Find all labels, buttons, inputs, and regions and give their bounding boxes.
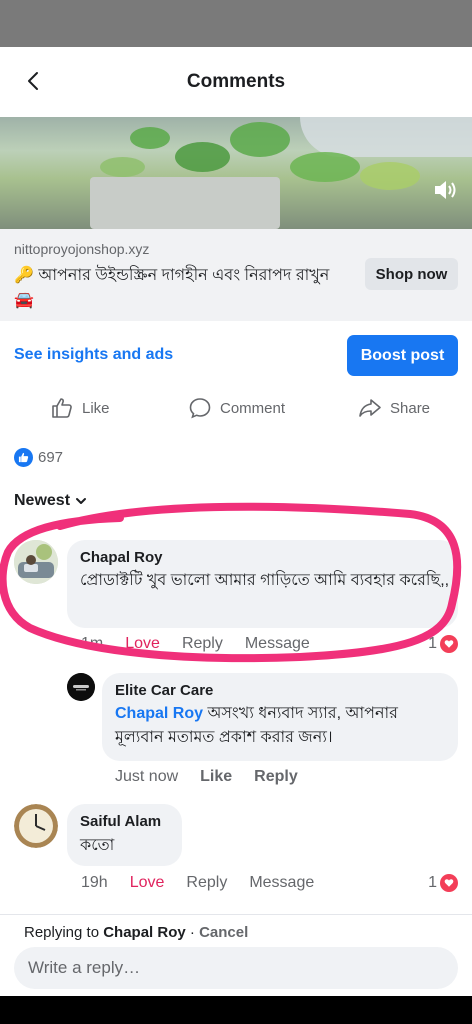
ad-card[interactable]: nittoproyojonshop.xyz 🔑 আপনার উইন্ডস্ক্র… — [0, 229, 472, 321]
comment-text: প্রোডাক্টটি খুব ভালো আমার গাড়িতে আমি ব্… — [80, 572, 450, 589]
comment-author[interactable]: Chapal Roy — [80, 549, 163, 566]
media-leaf — [130, 127, 170, 149]
replying-to-name: Chapal Roy — [103, 924, 186, 941]
reply-input[interactable] — [14, 947, 458, 989]
reply-composer: Replying to Chapal Roy · Cancel — [0, 914, 472, 997]
reply-button[interactable]: Reply — [254, 768, 298, 786]
like-reaction-icon — [14, 448, 33, 467]
media-leaf — [290, 152, 360, 182]
like-count: 697 — [38, 449, 64, 466]
message-button[interactable]: Message — [249, 874, 314, 892]
reaction-count-value: 1 — [428, 635, 437, 652]
reaction-count[interactable]: 1 — [428, 635, 458, 653]
love-reaction-button[interactable]: Love — [125, 635, 160, 653]
comment-time: 1m — [81, 635, 104, 652]
boost-post-button[interactable]: Boost post — [347, 335, 458, 376]
ad-headline: 🔑 আপনার উইন্ডস্ক্রিন দাগহীন এবং নিরাপদ র… — [14, 267, 330, 309]
avatar[interactable] — [67, 673, 95, 701]
comment-author[interactable]: Saiful Alam — [80, 813, 161, 830]
cancel-reply-button[interactable]: Cancel — [199, 924, 248, 941]
ad-video-thumbnail[interactable] — [0, 117, 472, 229]
comment-bubble-icon — [189, 398, 211, 419]
brand-logo-icon — [67, 673, 95, 701]
chevron-down-icon — [76, 498, 87, 504]
reply-bubble[interactable]: Elite Car Care Chapal Roy অসংখ্য ধন্যবাদ… — [102, 673, 458, 761]
like-action[interactable]: Like — [50, 396, 110, 420]
avatar[interactable] — [14, 804, 58, 848]
replying-to-label: Replying to Chapal Roy · Cancel — [24, 924, 248, 941]
shop-now-button[interactable]: Shop now — [365, 258, 458, 290]
share-action[interactable]: Share — [358, 396, 430, 420]
ad-domain: nittoproyojonshop.xyz — [14, 241, 150, 257]
reply-text: Chapal Roy অসংখ্য ধন্যবাদ স্যার, আপনার ম… — [115, 702, 450, 750]
media-leaf — [175, 142, 230, 172]
like-label: Like — [82, 399, 110, 417]
reaction-count-value: 1 — [428, 874, 437, 891]
sort-dropdown[interactable]: Newest — [14, 492, 87, 510]
reply-author[interactable]: Elite Car Care — [115, 682, 213, 699]
reply-meta: Just now Like Reply — [115, 768, 320, 786]
post-actions: Like Comment Share — [0, 396, 472, 426]
share-arrow-icon — [359, 399, 381, 417]
system-nav-bar — [0, 996, 472, 1024]
reply-time: Just now — [115, 768, 179, 785]
comment-bubble[interactable]: Chapal Roy প্রোডাক্টটি খুব ভালো আমার গাড… — [67, 540, 458, 628]
comment-meta: 19h Love Reply Message — [81, 874, 336, 892]
media-leaf — [360, 162, 420, 190]
like-summary[interactable]: 697 — [14, 448, 63, 467]
heart-icon — [440, 635, 458, 653]
comment-time: 19h — [81, 874, 108, 891]
reply-button[interactable]: Reply — [182, 635, 223, 653]
mention-link[interactable]: Chapal Roy — [115, 705, 203, 722]
clock-avatar-icon — [14, 804, 58, 848]
comment-label: Comment — [220, 399, 286, 417]
like-button[interactable]: Like — [200, 768, 232, 786]
avatar[interactable] — [14, 540, 58, 584]
page-title: Comments — [186, 71, 286, 92]
thumbs-up-icon — [52, 398, 72, 418]
media-windshield — [300, 117, 472, 157]
media-leaf — [230, 122, 290, 157]
replying-separator: · — [185, 924, 200, 941]
see-insights-link[interactable]: See insights and ads — [14, 346, 173, 364]
header: Comments — [0, 47, 472, 117]
status-bar — [0, 0, 472, 47]
comment-meta: 1m Love Reply Message — [81, 635, 332, 653]
heart-icon — [440, 874, 458, 892]
share-label: Share — [390, 399, 431, 417]
message-button[interactable]: Message — [245, 635, 310, 653]
person-car-avatar-icon — [14, 540, 58, 584]
comment-bubble[interactable]: Saiful Alam কতো — [67, 804, 182, 866]
reaction-count[interactable]: 1 — [428, 874, 458, 892]
media-planter — [90, 177, 280, 229]
comment-action[interactable]: Comment — [188, 396, 285, 420]
love-reaction-button[interactable]: Love — [130, 874, 165, 892]
sort-label: Newest — [14, 492, 71, 509]
replying-prefix: Replying to — [24, 924, 100, 941]
comment-text: কতো — [80, 837, 115, 854]
speaker-icon[interactable] — [432, 177, 458, 203]
reply-button[interactable]: Reply — [186, 874, 227, 892]
media-leaf — [100, 157, 145, 177]
